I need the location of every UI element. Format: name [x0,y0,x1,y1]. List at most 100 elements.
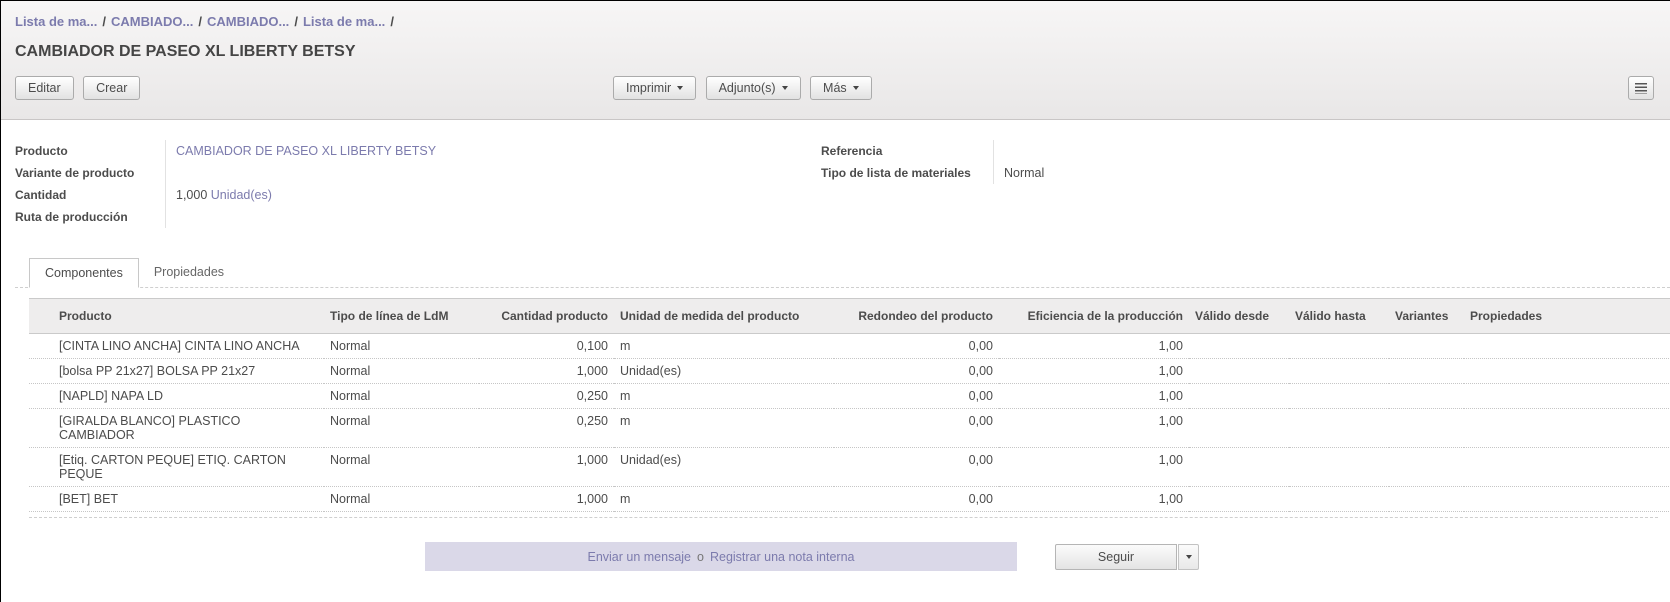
bom-type-label: Tipo de lista de materiales [821,162,993,184]
table-cell [1189,448,1289,487]
composer-or-text: o [691,550,710,564]
toolbar-center: Imprimir Adjunto(s) Más [613,76,872,100]
header-cantidad-producto[interactable]: Cantidad producto [479,299,614,334]
header-unidad-medida[interactable]: Unidad de medida del producto [614,299,834,334]
table-cell [1464,334,1670,359]
breadcrumb-item-0[interactable]: Lista de ma... [15,14,97,29]
table-cell [1289,487,1389,512]
breadcrumb-separator: / [289,14,303,29]
table-cell: 1,00 [999,334,1189,359]
view-switcher-button[interactable] [1628,76,1654,100]
table-cell: 1,00 [999,487,1189,512]
table-cell: 0,00 [834,409,999,448]
table-cell [1464,448,1670,487]
follow-button[interactable]: Seguir [1055,544,1177,570]
attachments-button[interactable]: Adjunto(s) [706,76,801,100]
header-valido-hasta[interactable]: Válido hasta [1289,299,1389,334]
table-cell: 1,000 [479,448,614,487]
quantity-label: Cantidad [15,184,165,206]
sheet-bottom-border [29,512,1658,518]
header-propiedades[interactable]: Propiedades [1464,299,1670,334]
breadcrumb: Lista de ma.../CAMBIADO.../CAMBIADO.../L… [1,11,1670,29]
breadcrumb-item-3[interactable]: Lista de ma... [303,14,385,29]
table-row[interactable]: [BET] BET Normal 1,000 m 0,00 1,00 [29,487,1670,512]
table-cell [1189,384,1289,409]
table-cell [1389,384,1464,409]
header-eficiencia[interactable]: Eficiencia de la producción [999,299,1189,334]
table-row[interactable]: [CINTA LINO ANCHA] CINTA LINO ANCHA Norm… [29,334,1670,359]
header: Lista de ma.../CAMBIADO.../CAMBIADO.../L… [1,1,1670,120]
more-button[interactable]: Más [810,76,872,100]
header-variantes[interactable]: Variantes [1389,299,1464,334]
table-cell [1389,334,1464,359]
breadcrumb-item-1[interactable]: CAMBIADO... [111,14,193,29]
table-cell [1289,409,1389,448]
follow-dropdown-button[interactable] [1178,544,1199,570]
list-view-icon [1635,83,1647,94]
toolbar: Editar Crear Imprimir Adjunto(s) Más [15,76,1656,102]
breadcrumb-separator: / [97,14,111,29]
form-sheet: Producto Variante de producto Cantidad R… [1,120,1670,602]
tab-bar: Componentes Propiedades [15,258,1670,288]
table-row[interactable]: [Etiq. CARTON PEQUE] ETIQ. CARTON PEQUE … [29,448,1670,487]
table-cell [1464,409,1670,448]
table-cell: 1,00 [999,384,1189,409]
table-cell [1289,448,1389,487]
form-values-right: Normal [993,140,1044,184]
breadcrumb-item-2[interactable]: CAMBIADO... [207,14,289,29]
create-button[interactable]: Crear [83,76,140,100]
table-cell: Normal [324,487,479,512]
tab-propiedades[interactable]: Propiedades [139,258,239,287]
cell-product: [bolsa PP 21x27] BOLSA PP 21x27 [29,359,324,384]
header-redondeo[interactable]: Redondeo del producto [834,299,999,334]
table-cell: 0,100 [479,334,614,359]
table-row[interactable]: [GIRALDA BLANCO] PLASTICO CAMBIADOR Norm… [29,409,1670,448]
table-cell: m [614,384,834,409]
table-cell: 0,00 [834,334,999,359]
table-row[interactable]: [bolsa PP 21x27] BOLSA PP 21x27 Normal 1… [29,359,1670,384]
notebook: Componentes Propiedades Producto Tipo de… [15,258,1670,518]
production-route-label: Ruta de producción [15,206,165,228]
table-cell: Unidad(es) [614,448,834,487]
table-cell [1189,487,1289,512]
chatter: Enviar un mensaje o Registrar una nota i… [15,542,1670,602]
table-cell: Normal [324,409,479,448]
table-cell [1389,359,1464,384]
form-labels-right: Referencia Tipo de lista de materiales [821,140,993,184]
quantity-value: 1,000 Unidad(es) [176,184,436,206]
edit-button[interactable]: Editar [15,76,74,100]
header-tipo-linea-ldm[interactable]: Tipo de línea de LdM [324,299,479,334]
table-cell [1464,359,1670,384]
table-cell [1389,409,1464,448]
table-cell: 0,250 [479,409,614,448]
table-cell: 0,00 [834,448,999,487]
table-cell [1189,334,1289,359]
tab-componentes[interactable]: Componentes [29,258,139,288]
table-row[interactable]: [NAPLD] NAPA LD Normal 0,250 m 0,00 1,00 [29,384,1670,409]
cell-product: [GIRALDA BLANCO] PLASTICO CAMBIADOR [29,409,324,448]
header-valido-desde[interactable]: Válido desde [1189,299,1289,334]
follow-button-group: Seguir [1055,544,1199,570]
product-variant-label: Variante de producto [15,162,165,184]
header-producto[interactable]: Producto [29,299,324,334]
table-cell: 1,000 [479,359,614,384]
cell-product: [CINTA LINO ANCHA] CINTA LINO ANCHA [29,334,324,359]
bom-type-value: Normal [1004,162,1044,184]
attachments-button-label: Adjunto(s) [719,81,776,95]
log-note-link[interactable]: Registrar una nota interna [710,550,855,564]
product-value-link[interactable]: CAMBIADOR DE PASEO XL LIBERTY BETSY [176,144,436,158]
table-cell [1289,334,1389,359]
send-message-link[interactable]: Enviar un mensaje [587,550,691,564]
table-cell [1464,487,1670,512]
product-variant-value [176,162,436,184]
table-body: [CINTA LINO ANCHA] CINTA LINO ANCHA Norm… [29,334,1670,512]
chevron-down-icon [677,86,683,90]
toolbar-left: Editar Crear [15,79,140,96]
print-button[interactable]: Imprimir [613,76,696,100]
table-cell: Unidad(es) [614,359,834,384]
table-cell [1189,409,1289,448]
reference-label: Referencia [821,140,993,162]
table-cell: Normal [324,448,479,487]
page-title: CAMBIADOR DE PASEO XL LIBERTY BETSY [15,43,1656,61]
quantity-uom-link[interactable]: Unidad(es) [211,188,272,202]
